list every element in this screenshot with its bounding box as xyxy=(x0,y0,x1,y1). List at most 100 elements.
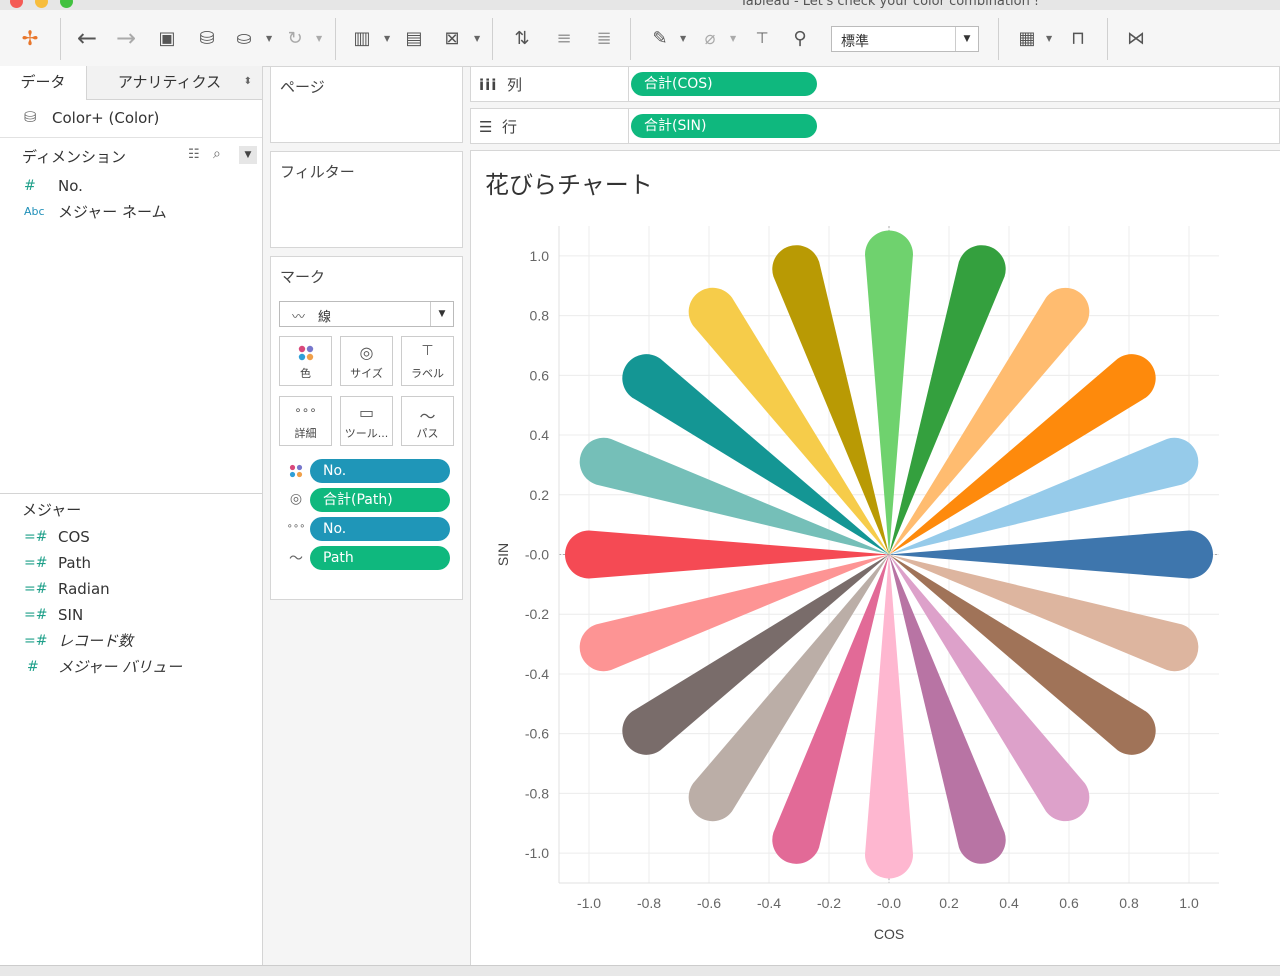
datasource-pause-icon[interactable]: ⛀ xyxy=(232,26,256,50)
x-tick-label: -0.6 xyxy=(697,895,721,911)
y-axis-title: SIN xyxy=(495,543,511,566)
measure-field[interactable]: =# レコード数 xyxy=(0,629,262,653)
rows-shelf[interactable]: ☰ 行 合計(SIN) xyxy=(470,108,1280,144)
tooltip-bubble-icon: ▭ xyxy=(358,403,375,422)
detail-pill[interactable]: No. xyxy=(310,517,450,541)
rows-icon: ☰ xyxy=(479,118,493,136)
forward-arrow-icon[interactable]: → xyxy=(114,24,138,52)
dimensions-menu-button[interactable]: ▼ xyxy=(239,146,257,164)
text-label-icon[interactable]: ⊤ xyxy=(750,26,774,50)
rows-pill[interactable]: 合計(SIN) xyxy=(631,114,817,138)
tab-analytics[interactable]: アナリティクス ⬍ xyxy=(87,66,262,100)
field-label: レコード数 xyxy=(58,632,134,650)
x-tick-label: 0.8 xyxy=(1119,895,1139,911)
chevron-down-icon[interactable]: ▼ xyxy=(384,34,390,43)
pages-shelf[interactable]: ページ xyxy=(270,66,463,143)
pin-icon[interactable]: ⚲ xyxy=(788,26,812,50)
list-view-icon[interactable]: ☷ xyxy=(188,147,200,162)
maximize-window-button[interactable] xyxy=(60,0,73,8)
measure-field[interactable]: =# Path xyxy=(0,551,262,575)
number-type-icon: =# xyxy=(24,633,48,649)
chevron-down-icon[interactable]: ▼ xyxy=(316,34,322,43)
measure-field[interactable]: # メジャー バリュー xyxy=(0,655,262,679)
dimension-field[interactable]: # No. xyxy=(0,174,262,198)
petal-chart[interactable]: -1.0 -0.8 -0.6 -0.4 -0.2 -0.0 0.2 0.4 0.6 0.8 1.0 1… xyxy=(471,151,1280,966)
toolbar-separator xyxy=(630,18,631,60)
x-tick-label: -1.0 xyxy=(577,895,601,911)
title-bar: Tableau - Let's check your color combina… xyxy=(0,0,1280,10)
chevron-down-icon[interactable]: ▼ xyxy=(680,34,686,43)
color-palette-icon xyxy=(280,343,331,365)
filters-shelf[interactable]: フィルター xyxy=(270,151,463,248)
detail-mark-button[interactable]: ∘∘∘ 詳細 xyxy=(279,396,332,446)
clear-sheet-icon[interactable]: ⊠ xyxy=(440,26,464,50)
size-pill[interactable]: 合計(Path) xyxy=(310,488,450,512)
detail-dots-icon: ∘∘∘ xyxy=(294,403,317,417)
mark-button-label: 色 xyxy=(300,367,311,380)
columns-pill[interactable]: 合計(COS) xyxy=(631,72,817,96)
swap-icon[interactable]: ⇅ xyxy=(510,26,534,50)
size-mark-button[interactable]: ◎ サイズ xyxy=(340,336,393,386)
mark-type-select[interactable]: 〰 線 ▼ xyxy=(279,301,454,327)
duplicate-sheet-icon[interactable]: ▤ xyxy=(402,26,426,50)
close-window-button[interactable] xyxy=(10,0,23,8)
chevron-down-icon[interactable]: ▼ xyxy=(266,34,272,43)
minimize-window-button[interactable] xyxy=(35,0,48,8)
field-label: Path xyxy=(58,554,91,572)
mark-button-label: ラベル xyxy=(411,367,444,380)
dimensions-header: ディメンション xyxy=(22,148,126,166)
columns-shelf[interactable]: iii 列 合計(COS) xyxy=(470,66,1280,102)
label-mark-button[interactable]: ⊤ ラベル xyxy=(401,336,454,386)
save-icon[interactable]: ▣ xyxy=(155,26,179,50)
back-arrow-icon[interactable]: ← xyxy=(75,24,99,52)
tab-data[interactable]: データ xyxy=(0,66,87,100)
tableau-logo-icon[interactable]: ✢ xyxy=(18,26,42,50)
measure-field[interactable]: =# Radian xyxy=(0,577,262,601)
highlight-icon[interactable]: ✎ xyxy=(648,26,672,50)
path-mark-button[interactable]: 〜 パス xyxy=(401,396,454,446)
measures-header: メジャー xyxy=(22,501,82,519)
rows-label-text: 行 xyxy=(502,118,518,136)
number-type-icon: =# xyxy=(24,555,48,571)
chevron-down-icon[interactable]: ▼ xyxy=(730,34,736,43)
toolbar-separator xyxy=(1107,18,1108,60)
fit-select[interactable]: 標準 ▼ xyxy=(831,26,979,52)
new-datasource-icon[interactable]: ⛁ xyxy=(195,26,219,50)
dimension-field[interactable]: Abc メジャー ネーム xyxy=(0,200,262,224)
y-tick-label: 0.8 xyxy=(530,308,550,324)
chevron-down-icon[interactable]: ▼ xyxy=(474,34,480,43)
y-tick-label: 0.6 xyxy=(530,367,550,383)
toolbar-separator xyxy=(335,18,336,60)
line-mark-icon: 〰 xyxy=(292,310,306,325)
number-type-icon: # xyxy=(27,659,39,675)
presentation-icon[interactable]: ⊓ xyxy=(1066,26,1090,50)
x-tick-label: 1.0 xyxy=(1179,895,1199,911)
show-cards-icon[interactable]: ▦ xyxy=(1015,26,1039,50)
sort-descending-icon[interactable]: ≣ xyxy=(592,26,616,50)
datasource-name[interactable]: Color+ (Color) xyxy=(52,109,159,127)
text-label-icon: ⊤ xyxy=(421,343,434,359)
chevron-down-icon[interactable]: ▼ xyxy=(1046,34,1052,43)
chevron-down-icon: ▼ xyxy=(955,27,978,51)
path-pill[interactable]: Path xyxy=(310,546,450,570)
number-type-icon: =# xyxy=(24,529,48,545)
color-mark-button[interactable]: 色 xyxy=(279,336,332,386)
attach-icon[interactable]: ⌀ xyxy=(698,26,722,50)
shelf-divider xyxy=(628,67,629,101)
search-icon[interactable]: ⌕ xyxy=(213,146,221,162)
new-worksheet-icon[interactable]: ▥ xyxy=(350,26,374,50)
measure-field[interactable]: =# COS xyxy=(0,525,262,549)
number-type-icon: =# xyxy=(24,607,48,623)
refresh-icon[interactable]: ↻ xyxy=(283,26,307,50)
sheet-tabs-bar xyxy=(0,965,1280,976)
datasource-icon: ⛁ xyxy=(24,108,37,126)
tab-analytics-label: アナリティクス xyxy=(117,73,222,91)
size-circles-icon: ◎ xyxy=(359,343,374,362)
tooltip-mark-button[interactable]: ▭ ツール... xyxy=(340,396,393,446)
share-icon[interactable]: ⋈ xyxy=(1124,26,1148,50)
measure-field[interactable]: =# SIN xyxy=(0,603,262,627)
y-tick-label: -0.4 xyxy=(525,666,549,682)
sort-ascending-icon[interactable]: ≡ xyxy=(552,26,576,50)
number-type-icon: # xyxy=(24,178,36,194)
color-pill[interactable]: No. xyxy=(310,459,450,483)
